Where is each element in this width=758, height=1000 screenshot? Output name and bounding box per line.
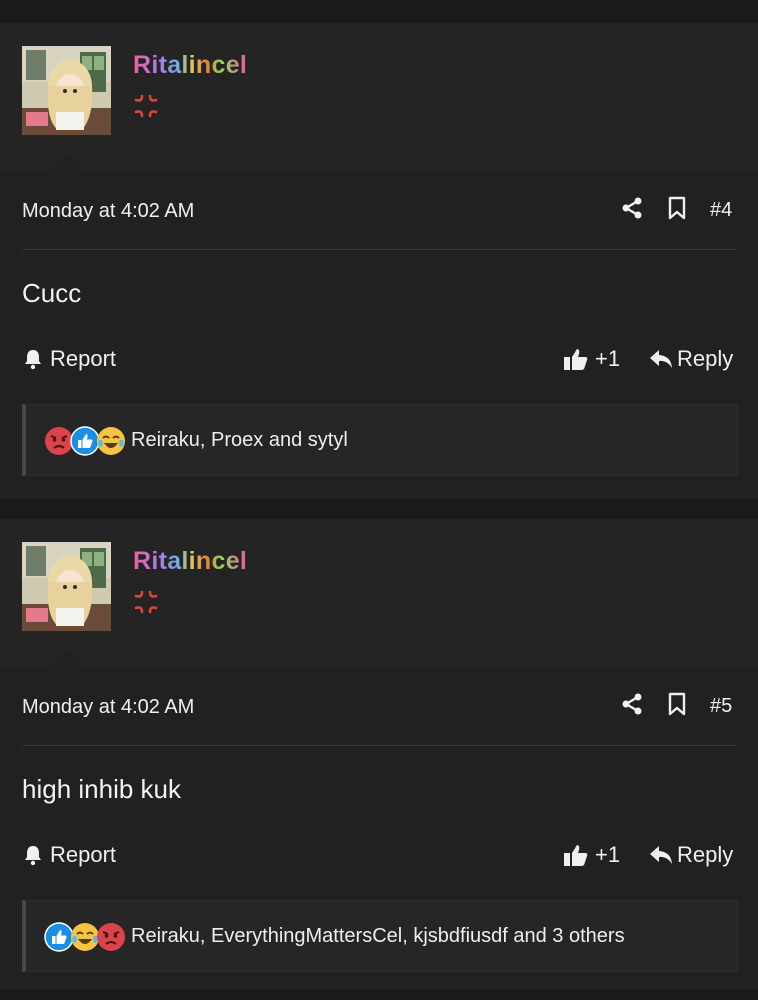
post-body: Cucc bbox=[0, 250, 758, 334]
share-icon[interactable] bbox=[620, 692, 644, 716]
reactions-bar[interactable]: Reiraku, EverythingMattersCel, kjsbdfius… bbox=[22, 900, 738, 972]
bell-icon bbox=[25, 350, 41, 370]
bookmark-icon[interactable] bbox=[666, 196, 688, 220]
reactions-text[interactable]: Reiraku, EverythingMattersCel, kjsbdfius… bbox=[131, 925, 625, 948]
report-label: Report bbox=[50, 842, 117, 867]
like-button[interactable]: +1 bbox=[563, 840, 620, 870]
like-count: +1 bbox=[595, 842, 621, 867]
post-actions: Report +1 Reply bbox=[0, 830, 758, 884]
post-body-text: high inhib kuk bbox=[22, 774, 181, 804]
header-caret bbox=[48, 154, 84, 172]
reply-icon bbox=[650, 846, 672, 864]
reactions-bar[interactable]: Reiraku, Proex and sytyl bbox=[22, 404, 738, 476]
username[interactable]: Ritalincel bbox=[133, 51, 247, 80]
thumbs-up-icon bbox=[564, 349, 588, 370]
crying-laughing-icon bbox=[97, 427, 125, 455]
avatar[interactable] bbox=[22, 46, 111, 135]
reply-label: Reply bbox=[677, 346, 734, 371]
post: Ritalincel Monday at 4:02 AM #5 high inh… bbox=[0, 519, 758, 989]
thumbs-up-icon bbox=[564, 845, 588, 866]
header-caret bbox=[48, 650, 84, 668]
bookmark-icon[interactable] bbox=[666, 692, 688, 716]
reply-button[interactable]: Reply bbox=[649, 344, 733, 374]
anger-icon bbox=[134, 590, 158, 614]
post-date[interactable]: Monday at 4:02 AM bbox=[22, 696, 194, 719]
post-body: high inhib kuk bbox=[0, 746, 758, 830]
report-button[interactable]: Report bbox=[22, 344, 116, 374]
report-label: Report bbox=[50, 346, 117, 371]
post-actions: Report +1 Reply bbox=[0, 334, 758, 388]
reply-button[interactable]: Reply bbox=[649, 840, 733, 870]
post-meta: Monday at 4:02 AM #5 bbox=[0, 668, 758, 746]
post: Ritalincel Monday at 4:02 AM #4 Cucc Rep… bbox=[0, 23, 758, 499]
post-date[interactable]: Monday at 4:02 AM bbox=[22, 200, 194, 223]
avatar[interactable] bbox=[22, 542, 111, 631]
angry-face-icon bbox=[97, 923, 125, 951]
anger-icon bbox=[134, 94, 158, 118]
post-meta: Monday at 4:02 AM #4 bbox=[0, 172, 758, 250]
post-number[interactable]: #5 bbox=[710, 695, 732, 718]
reaction-icons bbox=[44, 922, 125, 952]
reactions-text[interactable]: Reiraku, Proex and sytyl bbox=[131, 429, 348, 452]
post-body-text: Cucc bbox=[22, 278, 82, 308]
user-header: Ritalincel bbox=[0, 23, 758, 172]
username[interactable]: Ritalincel bbox=[133, 547, 247, 576]
post-number[interactable]: #4 bbox=[710, 199, 732, 222]
reply-label: Reply bbox=[677, 842, 734, 867]
share-icon[interactable] bbox=[620, 196, 644, 220]
like-button[interactable]: +1 bbox=[563, 344, 620, 374]
report-button[interactable]: Report bbox=[22, 840, 116, 870]
like-count: +1 bbox=[595, 346, 621, 371]
reaction-icons bbox=[44, 426, 125, 456]
reply-icon bbox=[650, 350, 672, 368]
user-header: Ritalincel bbox=[0, 519, 758, 668]
bell-icon bbox=[25, 846, 41, 866]
